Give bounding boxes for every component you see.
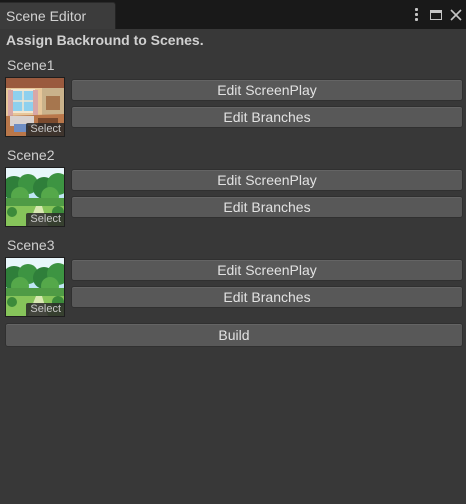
- scene-2-select-label: Select: [26, 213, 64, 226]
- scene-1-background-picker[interactable]: Select: [5, 77, 65, 137]
- scene-2-edit-branches-button[interactable]: Edit Branches: [71, 196, 463, 218]
- kebab-menu-icon[interactable]: [406, 5, 426, 25]
- scene-3-edit-screenplay-button[interactable]: Edit ScreenPlay: [71, 259, 463, 281]
- tab-bar: Scene Editor: [0, 0, 466, 29]
- scene-editor-window: Scene Editor Assign Backround to Scenes.…: [0, 0, 466, 504]
- scene-3-label: Scene3: [7, 237, 55, 253]
- scene-3-select-label: Select: [26, 303, 64, 316]
- window-actions: [406, 0, 466, 29]
- close-icon[interactable]: [446, 5, 466, 25]
- page-heading: Assign Backround to Scenes.: [6, 32, 204, 48]
- scene-1-select-label: Select: [26, 123, 64, 136]
- scene-3-edit-branches-button[interactable]: Edit Branches: [71, 286, 463, 308]
- scene-2-label: Scene2: [7, 147, 55, 163]
- maximize-icon[interactable]: [426, 5, 446, 25]
- scene-3-background-picker[interactable]: Select: [5, 257, 65, 317]
- scene-2-edit-screenplay-button[interactable]: Edit ScreenPlay: [71, 169, 463, 191]
- tab-scene-editor[interactable]: Scene Editor: [0, 2, 116, 29]
- scene-1-edit-screenplay-button[interactable]: Edit ScreenPlay: [71, 79, 463, 101]
- build-button[interactable]: Build: [5, 323, 463, 347]
- scene-1-edit-branches-button[interactable]: Edit Branches: [71, 106, 463, 128]
- scene-2-background-picker[interactable]: Select: [5, 167, 65, 227]
- scene-1-label: Scene1: [7, 57, 55, 73]
